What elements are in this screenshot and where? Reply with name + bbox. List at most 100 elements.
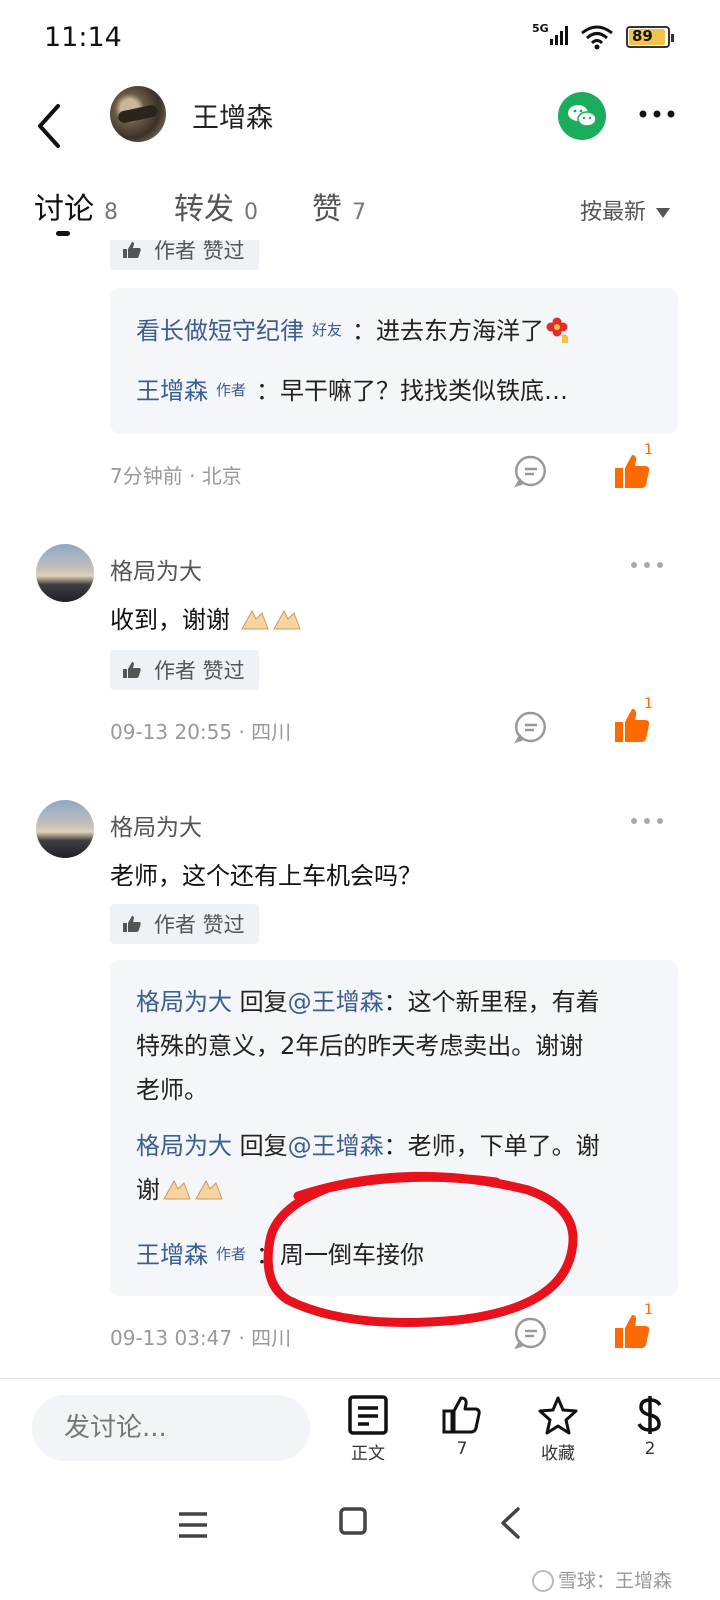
commenter-avatar[interactable] <box>36 544 94 602</box>
thumbs-up-icon <box>123 916 141 932</box>
like-count: 1 <box>644 442 653 458</box>
article-label: 正文 <box>351 1444 385 1464</box>
reply-text: ：周一倒车接你 <box>256 1241 425 1269</box>
sort-dropdown[interactable]: 按最新 <box>580 194 671 226</box>
tab-discussion[interactable]: 讨论 8 <box>34 184 118 228</box>
comment-meta: 7分钟前 · 北京 <box>110 464 242 488</box>
article-button[interactable]: 正文 <box>338 1395 398 1464</box>
more-options-icon[interactable] <box>638 104 678 124</box>
author-tag: 作者 <box>216 381 247 399</box>
app-screen: 11:14 5G 89 王增森 讨论 8 转发 0 赞 7 按最新 作者 赞过 … <box>0 0 720 1600</box>
tab-label: 讨论 <box>34 192 94 227</box>
commenter-avatar[interactable] <box>36 800 94 858</box>
recent-apps-icon[interactable] <box>176 1510 210 1540</box>
praying-hands-emoji-icon <box>195 1179 223 1200</box>
reply-item: 格局为大 回复@王增森：老师，下单了。谢 谢 <box>136 1132 600 1204</box>
wechat-share-button[interactable] <box>558 92 606 140</box>
reply-item: 王增森 作者 ：周一倒车接你 <box>136 1232 656 1277</box>
comment-text: 收到，谢谢 <box>110 600 302 635</box>
flower-emoji-icon <box>546 317 569 343</box>
author-liked-badge: 作者 赞过 <box>110 650 259 690</box>
reply-author-link[interactable]: 格局为大 <box>136 1132 232 1160</box>
reply-author-link[interactable]: 看长做短守纪律 <box>136 317 304 345</box>
battery-icon: 89 <box>626 26 674 48</box>
comment-meta: 09-13 03:47 · 四川 <box>110 1326 292 1350</box>
reply-text: ：进去东方海洋了 <box>352 317 545 345</box>
battery-level: 89 <box>632 27 653 45</box>
top-header: 王增森 <box>0 80 720 170</box>
reply-author-link[interactable]: 格局为大 <box>136 988 232 1016</box>
tab-active-indicator <box>56 231 70 236</box>
like-button[interactable]: 7 <box>432 1395 492 1459</box>
bottom-action-bar: 正文 7 收藏 2 <box>0 1378 720 1478</box>
svg-text:5G: 5G <box>532 22 549 35</box>
commenter-name[interactable]: 格局为大 <box>110 808 202 842</box>
reply-item: 看长做短守纪律 好友 ：进去东方海洋了 <box>136 308 656 353</box>
comment-text: 老师，这个还有上车机会吗？ <box>110 862 422 890</box>
nav-back-icon[interactable] <box>498 1506 524 1540</box>
wechat-icon <box>568 105 597 127</box>
reply-item: 王增森 作者 ：早干嘛了？找找类似铁底… <box>136 368 656 413</box>
reply-author-link[interactable]: 王增森 <box>136 377 208 405</box>
tab-label: 转发 <box>174 192 234 227</box>
like-thumb-icon[interactable] <box>612 1312 652 1352</box>
like-count: 1 <box>644 696 653 712</box>
back-arrow-icon[interactable] <box>30 94 70 154</box>
reply-author-link[interactable]: 王增森 <box>136 1241 208 1269</box>
commenter-name[interactable]: 格局为大 <box>110 552 202 586</box>
thumbs-up-outline-icon <box>442 1396 481 1434</box>
dollar-icon <box>637 1396 662 1434</box>
praying-hands-emoji-icon <box>163 1179 191 1200</box>
status-bar: 11:14 5G 89 <box>0 0 720 80</box>
user-avatar[interactable] <box>110 86 166 142</box>
reply-box: 看长做短守纪律 好友 ：进去东方海洋了 王增森 作者 ：早干嘛了？找找类似铁底… <box>110 288 678 434</box>
like-thumb-icon[interactable] <box>612 706 652 746</box>
document-icon <box>348 1395 388 1435</box>
snowball-logo-icon <box>532 1570 554 1592</box>
praying-hands-emoji-icon <box>272 609 301 630</box>
author-tag: 作者 <box>216 1245 247 1263</box>
comment-bubble-icon[interactable] <box>514 1316 548 1350</box>
cellular-signal-icon: 5G <box>532 22 568 45</box>
friend-tag: 好友 <box>312 321 343 339</box>
thumbs-up-icon <box>123 662 141 678</box>
favorite-label: 收藏 <box>541 1444 575 1464</box>
comment-feed[interactable]: 作者 赞过 看长做短守纪律 好友 ：进去东方海洋了 王增森 作者 ：早干嘛了？找找类似铁… <box>0 240 720 1378</box>
page-title-username[interactable]: 王增森 <box>192 96 273 135</box>
comment-bubble-icon[interactable] <box>514 710 548 744</box>
reward-button[interactable]: 2 <box>620 1395 680 1459</box>
system-nav-bar: 雪球：王增森 <box>0 1478 720 1600</box>
reward-count: 2 <box>644 1439 656 1459</box>
sort-label: 按最新 <box>580 200 647 225</box>
wifi-icon <box>581 25 613 50</box>
tab-count: 8 <box>104 200 118 225</box>
author-liked-badge: 作者 赞过 <box>110 240 259 270</box>
reply-text: ：早干嘛了？找找类似铁底… <box>256 377 569 405</box>
mention-link[interactable]: @王增森 <box>288 1132 384 1160</box>
discussion-input[interactable] <box>32 1395 310 1461</box>
reply-item: 格局为大 回复@王增森：这个新里程，有着 特殊的意义，2年后的昨天考虑卖出。谢谢… <box>136 988 600 1104</box>
comment-bubble-icon[interactable] <box>514 454 548 488</box>
author-liked-badge: 作者 赞过 <box>110 904 259 944</box>
mention-link[interactable]: @王增森 <box>288 988 384 1016</box>
like-count: 1 <box>644 1302 653 1318</box>
like-thumb-icon[interactable] <box>612 452 652 492</box>
status-time: 11:14 <box>44 22 122 53</box>
praying-hands-emoji-icon <box>240 609 269 630</box>
tab-count: 7 <box>352 200 366 225</box>
comment-meta: 09-13 20:55 · 四川 <box>110 720 292 744</box>
comment-more-icon[interactable] <box>630 560 664 570</box>
tab-repost[interactable]: 转发 0 <box>174 184 258 228</box>
reply-box: 格局为大 回复@王增森：这个新里程，有着 特殊的意义，2年后的昨天考虑卖出。谢谢… <box>110 960 678 1296</box>
tab-bar: 讨论 8 转发 0 赞7 按最新 <box>0 180 720 240</box>
favorite-button[interactable]: 收藏 <box>528 1395 588 1464</box>
home-icon[interactable] <box>338 1506 368 1536</box>
tab-likes[interactable]: 赞7 <box>312 184 366 228</box>
watermark: 雪球：王增森 <box>532 1566 672 1593</box>
like-total: 7 <box>456 1439 468 1459</box>
comment-more-icon[interactable] <box>630 816 664 826</box>
thumbs-up-icon <box>123 242 141 258</box>
caret-down-icon <box>656 208 671 218</box>
tab-label: 赞 <box>312 192 342 227</box>
star-icon <box>538 1396 578 1435</box>
